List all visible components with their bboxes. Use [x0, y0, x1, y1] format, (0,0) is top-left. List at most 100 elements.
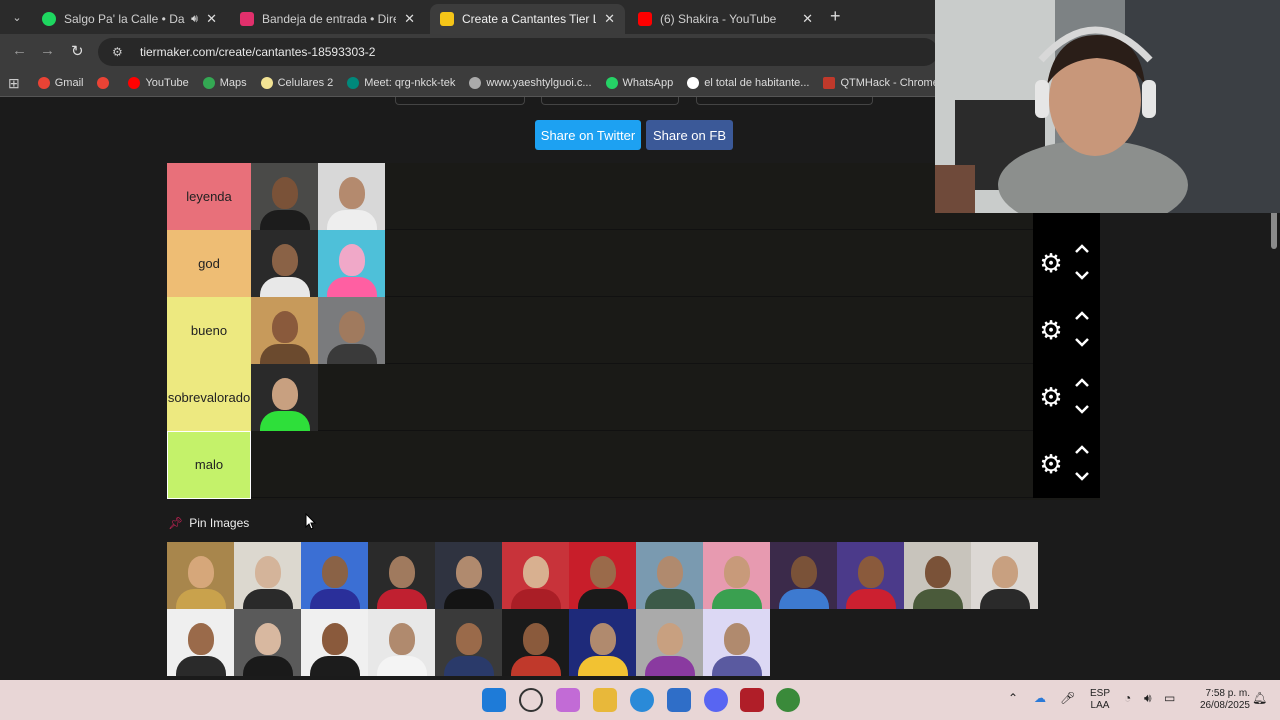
share-fb-button[interactable]: Share on FB [646, 120, 733, 150]
pool-image[interactable] [167, 542, 234, 609]
back-icon[interactable]: ← [12, 42, 27, 59]
pool-image[interactable] [234, 542, 301, 609]
close-icon[interactable]: ✕ [802, 11, 813, 27]
thumb-body [259, 277, 310, 297]
search-icon[interactable] [519, 688, 543, 712]
pool-image[interactable] [837, 542, 904, 609]
forward-icon[interactable]: → [40, 42, 55, 59]
tier-item-image[interactable] [318, 297, 385, 364]
share-twitter-button[interactable]: Share on Twitter [535, 120, 641, 150]
apps-icon[interactable]: ⊞ [8, 75, 20, 92]
notifications-icon[interactable]: 🔔︎ [1252, 692, 1267, 704]
close-icon[interactable]: ✕ [404, 11, 415, 27]
clock[interactable]: 7:58 p. m. 26/08/2025 [1186, 688, 1250, 712]
chevron-up-icon[interactable] [1073, 443, 1091, 457]
tab-youtube[interactable]: (6) Shakira - YouTube ✕ [628, 4, 823, 34]
pin-images-toggle[interactable]: 📌︎ Pin Images [168, 516, 249, 530]
pool-image[interactable] [368, 542, 435, 609]
tier-item-image[interactable] [318, 163, 385, 230]
chevron-down-icon[interactable] [1073, 268, 1091, 282]
edge-icon[interactable] [630, 688, 654, 712]
language-indicator[interactable]: ESP LAA [1088, 688, 1112, 712]
thumb-body [326, 210, 377, 230]
pool-image[interactable] [770, 542, 837, 609]
pool-image[interactable] [636, 609, 703, 676]
pool-image[interactable] [435, 609, 502, 676]
tier-label[interactable]: leyenda [167, 163, 251, 230]
tier-label[interactable]: sobrevalorado [167, 364, 251, 431]
new-tab-button[interactable]: + [830, 6, 841, 27]
voicemeeter-icon[interactable] [740, 688, 764, 712]
gear-icon[interactable]: ⚙ [1038, 451, 1064, 477]
tier-item-image[interactable] [251, 297, 318, 364]
close-icon[interactable]: ✕ [206, 11, 217, 27]
gear-icon[interactable]: ⚙ [1038, 250, 1064, 276]
toolbar-button-stub[interactable] [395, 97, 525, 105]
chevron-down-icon[interactable] [1073, 402, 1091, 416]
tab-spotify[interactable]: Salgo Pa' la Calle • Daddy Yankee 🔊︎ ✕ [32, 4, 227, 34]
bookmark-gmail[interactable]: Gmail [37, 77, 83, 89]
volume-icon[interactable]: 🔊︎ [1144, 692, 1152, 704]
bookmark-qtmhack[interactable]: QTMHack - Chrome... [823, 77, 935, 89]
tier-label[interactable]: god [167, 230, 251, 297]
address-bar[interactable]: ⚙︎ tiermaker.com/create/cantantes-185933… [98, 38, 938, 66]
chevron-up-icon[interactable] [1073, 376, 1091, 390]
discord-icon[interactable] [704, 688, 728, 712]
bookmark-celulares[interactable]: Celulares 2 [260, 77, 333, 89]
chevron-up-icon[interactable] [1073, 309, 1091, 323]
wifi-icon[interactable]: ◔ [1124, 692, 1131, 704]
windows-start-icon[interactable] [482, 688, 506, 712]
tab-search-button[interactable]: ⌄ [6, 7, 28, 27]
pool-image[interactable] [234, 609, 301, 676]
bookmark-whatsapp[interactable]: WhatsApp [605, 77, 673, 89]
tray-chevron-icon[interactable]: ⌃ [1008, 692, 1018, 704]
pool-image[interactable] [502, 609, 569, 676]
toolbar-button-stub[interactable] [696, 97, 873, 105]
pool-image[interactable] [636, 542, 703, 609]
battery-icon[interactable]: ▭ [1164, 692, 1175, 704]
speaker-icon[interactable]: 🔊︎ [191, 13, 198, 26]
site-info-icon[interactable]: ⚙︎ [112, 45, 128, 59]
gear-icon[interactable]: ⚙ [1038, 384, 1064, 410]
pool-image[interactable] [435, 542, 502, 609]
chrome-icon[interactable] [776, 688, 800, 712]
microphone-icon[interactable]: 🎤︎ [1060, 692, 1075, 704]
bookmark-maps[interactable]: Maps [202, 77, 247, 89]
pool-image[interactable] [569, 542, 636, 609]
tier-item-image[interactable] [251, 163, 318, 230]
pool-image[interactable] [502, 542, 569, 609]
tier-item-image[interactable] [251, 364, 318, 431]
pool-image[interactable] [167, 609, 234, 676]
pool-image[interactable] [904, 542, 971, 609]
pool-image[interactable] [971, 542, 1038, 609]
chevron-down-icon[interactable] [1073, 469, 1091, 483]
tier-label[interactable]: malo [167, 431, 251, 499]
reload-icon[interactable]: ↻ [71, 42, 84, 60]
pool-image[interactable] [703, 609, 770, 676]
toolbar-button-stub[interactable] [541, 97, 679, 105]
pool-image[interactable] [301, 542, 368, 609]
gear-icon[interactable]: ⚙ [1038, 317, 1064, 343]
bookmark-meet[interactable]: Meet: qrg-nkck-tek [347, 77, 455, 89]
bookmark-google-search[interactable]: el total de habitante... [687, 77, 809, 89]
store-icon[interactable] [667, 688, 691, 712]
bookmark-youtube[interactable]: YouTube [128, 77, 189, 89]
chevron-up-icon[interactable] [1073, 242, 1091, 256]
bookmark-yaeshty[interactable]: www.yaeshtylguoi.c... [469, 77, 592, 89]
tier-label[interactable]: bueno [167, 297, 251, 364]
onedrive-icon[interactable]: ☁︎ [1034, 692, 1046, 704]
tier-item-image[interactable] [318, 230, 385, 297]
pool-image[interactable] [301, 609, 368, 676]
tier-item-image[interactable] [251, 230, 318, 297]
copilot-icon[interactable] [556, 688, 580, 712]
pool-image[interactable] [368, 609, 435, 676]
tab-instagram[interactable]: Bandeja de entrada • Direct ✕ [230, 4, 425, 34]
pool-image[interactable] [703, 542, 770, 609]
bookmark-gmail-2[interactable] [97, 77, 114, 89]
pool-image[interactable] [569, 609, 636, 676]
chevron-down-icon[interactable] [1073, 335, 1091, 349]
close-icon[interactable]: ✕ [604, 11, 615, 27]
tab-tiermaker[interactable]: Create a Cantantes Tier List - TierMaker… [430, 4, 625, 34]
file-explorer-icon[interactable] [593, 688, 617, 712]
pin-images-label: Pin Images [189, 516, 250, 530]
